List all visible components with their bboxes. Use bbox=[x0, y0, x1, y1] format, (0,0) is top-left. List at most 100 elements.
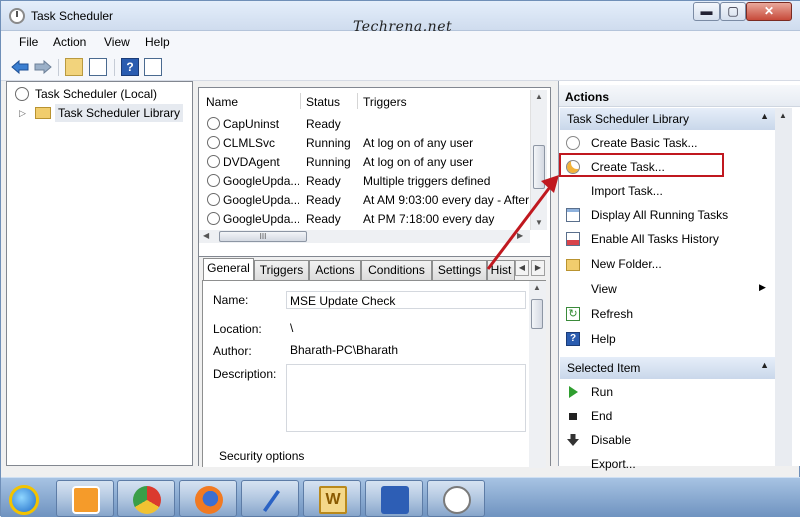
menu-help[interactable]: Help bbox=[145, 35, 170, 49]
task-row[interactable]: CLMLSvc Running At log on of any user bbox=[199, 134, 529, 153]
scroll-up-arrow-icon[interactable]: ▲ bbox=[535, 92, 543, 101]
collapse-icon[interactable]: ▲ bbox=[760, 111, 769, 121]
chrome-button[interactable] bbox=[117, 480, 175, 517]
tree-node-root[interactable]: Task Scheduler (Local) bbox=[13, 85, 183, 103]
minimize-button[interactable]: ▬ bbox=[693, 2, 720, 21]
tab-actions[interactable]: Actions bbox=[309, 260, 361, 280]
back-arrow-icon[interactable] bbox=[11, 58, 29, 76]
task-name: CapUninst bbox=[223, 117, 280, 131]
action-import-task[interactable]: Import Task... bbox=[559, 180, 774, 202]
tab-conditions[interactable]: Conditions bbox=[361, 260, 432, 280]
tree-node-library[interactable]: ▷ Task Scheduler Library bbox=[19, 104, 184, 122]
tree-root-label: Task Scheduler (Local) bbox=[35, 87, 158, 101]
action-display-running-tasks[interactable]: Display All Running Tasks bbox=[559, 204, 774, 226]
task-list-vertical-scrollbar[interactable]: ▲ ▼ bbox=[530, 90, 547, 230]
column-header-status[interactable]: Status bbox=[306, 95, 340, 109]
actions-header: Actions bbox=[559, 85, 800, 107]
task-trigger: At log on of any user bbox=[363, 155, 474, 169]
scroll-up-arrow-icon[interactable]: ▲ bbox=[779, 111, 787, 120]
column-divider[interactable] bbox=[300, 93, 301, 109]
network-app-button[interactable] bbox=[365, 480, 423, 517]
internet-explorer-button[interactable] bbox=[5, 481, 45, 517]
location-value: \ bbox=[286, 318, 526, 336]
menu-file[interactable]: File bbox=[19, 35, 38, 49]
action-refresh[interactable]: ↻ Refresh bbox=[559, 303, 774, 325]
close-button[interactable]: ✕ bbox=[746, 2, 792, 21]
help-icon[interactable]: ? bbox=[121, 58, 139, 76]
refresh-icon: ↻ bbox=[566, 307, 580, 321]
action-label: New Folder... bbox=[591, 257, 662, 271]
column-header-name[interactable]: Name bbox=[206, 95, 238, 109]
task-name: GoogleUpda... bbox=[223, 174, 299, 188]
scrollbar-thumb[interactable] bbox=[531, 299, 543, 329]
tab-general[interactable]: General bbox=[203, 258, 254, 281]
clock-icon bbox=[15, 87, 29, 101]
section-task-scheduler-library[interactable]: Task Scheduler Library ▲ bbox=[560, 108, 775, 130]
task-scheduler-icon bbox=[9, 8, 25, 24]
action-export[interactable]: Export... bbox=[559, 453, 774, 475]
task-list-horizontal-scrollbar[interactable]: ◀ III ▶ bbox=[199, 230, 530, 243]
pen-app-button[interactable] bbox=[241, 480, 299, 517]
action-new-folder[interactable]: New Folder... bbox=[559, 253, 774, 275]
task-details-pane: General Triggers Actions Conditions Sett… bbox=[198, 256, 551, 468]
action-label: Create Basic Task... bbox=[591, 136, 698, 150]
menu-view[interactable]: View bbox=[104, 35, 130, 49]
task-name: GoogleUpda... bbox=[223, 212, 299, 226]
collapse-icon[interactable]: ▲ bbox=[760, 360, 769, 370]
internet-explorer-icon bbox=[9, 485, 39, 515]
forward-arrow-icon[interactable] bbox=[34, 58, 52, 76]
name-field[interactable]: MSE Update Check bbox=[286, 291, 526, 309]
action-enable-tasks-history[interactable]: Enable All Tasks History bbox=[559, 228, 774, 250]
task-clock-icon bbox=[207, 136, 220, 149]
tab-scroll-right-icon[interactable]: ▶ bbox=[531, 260, 545, 276]
task-row[interactable]: GoogleUpda... Ready At PM 7:18:00 every … bbox=[199, 210, 529, 229]
action-help[interactable]: ? Help bbox=[559, 328, 774, 350]
action-create-basic-task[interactable]: Create Basic Task... bbox=[559, 132, 774, 154]
tab-settings[interactable]: Settings bbox=[432, 260, 487, 280]
title-bar[interactable]: Task Scheduler Techrena.net ▬ ▢ ✕ bbox=[1, 1, 800, 35]
firefox-icon bbox=[195, 486, 223, 514]
up-folder-icon[interactable] bbox=[65, 58, 83, 76]
expand-icon[interactable]: ▷ bbox=[19, 104, 26, 122]
scroll-up-arrow-icon[interactable]: ▲ bbox=[533, 283, 541, 292]
column-header-triggers[interactable]: Triggers bbox=[363, 95, 407, 109]
action-label: Enable All Tasks History bbox=[591, 232, 719, 246]
navigation-tree: Task Scheduler (Local) ▷ Task Scheduler … bbox=[6, 81, 193, 466]
scrollbar-thumb[interactable] bbox=[533, 145, 545, 189]
task-row[interactable]: DVDAgent Running At log on of any user bbox=[199, 153, 529, 172]
task-row[interactable]: GoogleUpda... Ready Multiple triggers de… bbox=[199, 172, 529, 191]
word-button[interactable]: W bbox=[303, 480, 361, 517]
menu-action[interactable]: Action bbox=[53, 35, 86, 49]
action-end[interactable]: End bbox=[559, 405, 774, 427]
scroll-down-arrow-icon[interactable]: ▼ bbox=[535, 218, 543, 227]
tab-triggers[interactable]: Triggers bbox=[254, 260, 309, 280]
section-selected-item[interactable]: Selected Item ▲ bbox=[560, 357, 775, 379]
action-view[interactable]: View ▶ bbox=[559, 278, 774, 300]
general-tab-content: Name: MSE Update Check Location: \ Autho… bbox=[202, 280, 546, 468]
task-status: Running bbox=[306, 136, 351, 150]
show-hide-tree-icon[interactable] bbox=[89, 58, 107, 76]
action-pane-icon[interactable] bbox=[144, 58, 162, 76]
task-row[interactable]: GoogleUpda... Ready At AM 9:03:00 every … bbox=[199, 191, 529, 210]
tab-scroll-left-icon[interactable]: ◀ bbox=[515, 260, 529, 276]
firefox-button[interactable] bbox=[179, 480, 237, 517]
scroll-right-arrow-icon[interactable]: ▶ bbox=[517, 231, 523, 240]
horizontal-scrollbar-thumb[interactable]: III bbox=[219, 231, 307, 242]
export-icon bbox=[566, 457, 580, 471]
task-clock-icon bbox=[207, 155, 220, 168]
task-row[interactable]: CapUninst Ready bbox=[199, 115, 529, 134]
actions-vertical-scrollbar[interactable]: ▲ bbox=[775, 108, 792, 466]
description-field[interactable] bbox=[286, 364, 526, 432]
name-label: Name: bbox=[213, 293, 249, 307]
tab-history[interactable]: Hist bbox=[487, 260, 515, 280]
action-run[interactable]: Run bbox=[559, 381, 774, 403]
task-name: CLMLSvc bbox=[223, 136, 276, 150]
column-divider[interactable] bbox=[357, 93, 358, 109]
scroll-left-arrow-icon[interactable]: ◀ bbox=[203, 231, 209, 240]
clock-app-button[interactable] bbox=[427, 480, 485, 517]
media-player-button[interactable] bbox=[56, 480, 114, 517]
action-disable[interactable]: Disable bbox=[559, 429, 774, 451]
details-vertical-scrollbar[interactable]: ▲ bbox=[529, 281, 546, 468]
action-label: Import Task... bbox=[591, 184, 663, 198]
maximize-button[interactable]: ▢ bbox=[720, 2, 746, 21]
